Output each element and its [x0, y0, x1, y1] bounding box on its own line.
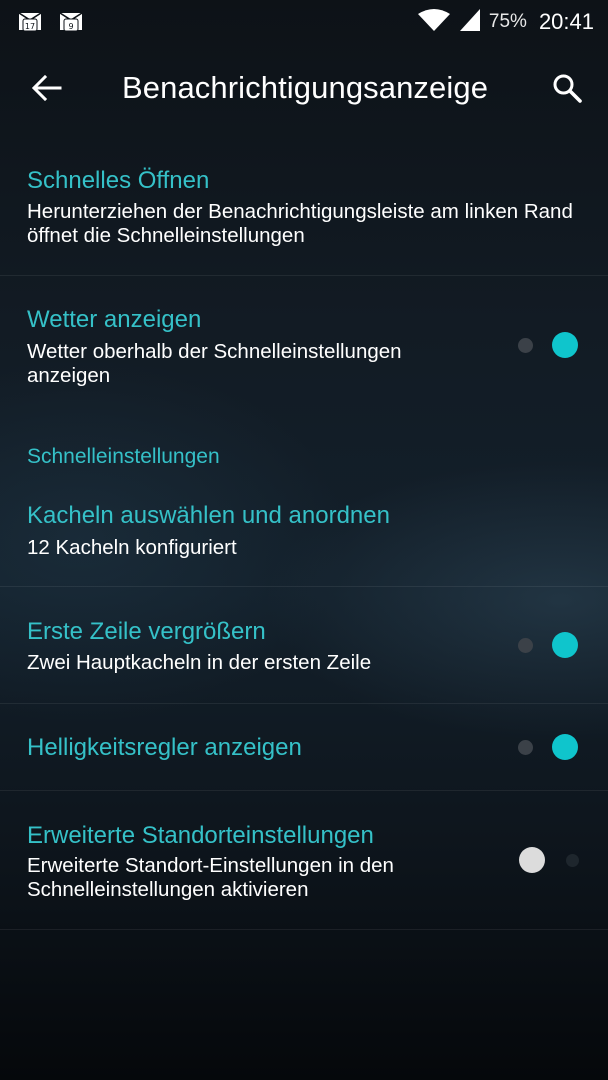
brightness-slider-switch[interactable]: [516, 732, 582, 762]
category-title: Schnelleinstellungen: [27, 445, 220, 468]
pref-title: Erweiterte Standorteinstellungen: [27, 822, 374, 849]
wifi-icon: [417, 8, 451, 36]
switch-track: [518, 638, 533, 653]
svg-text:17: 17: [25, 22, 35, 31]
divider: [0, 929, 608, 930]
svg-text:9: 9: [68, 22, 73, 31]
status-bar: 17 9 75% 20:41: [0, 0, 608, 44]
enlarge-first-row-switch[interactable]: [516, 630, 582, 660]
show-weather-switch[interactable]: [516, 330, 582, 360]
pref-summary: Erweiterte Standort-Einstellungen in den…: [27, 854, 394, 901]
page-title: Benachrichtigungsanzeige: [122, 70, 489, 105]
pref-summary: Wetter oberhalb der Schnelleinstellungen…: [27, 340, 402, 387]
search-icon: [552, 73, 582, 107]
switch-track: [566, 854, 579, 867]
pref-summary: Zwei Hauptkacheln in der ersten Zeile: [27, 651, 372, 674]
switch-thumb: [552, 332, 578, 358]
pref-title: Erste Zeile vergrößern: [27, 618, 266, 645]
pref-quick-pulldown[interactable]: Schnelles Öffnen Herunterziehen der Bena…: [0, 146, 608, 276]
arrow-left-icon: [31, 74, 62, 105]
search-button[interactable]: [541, 64, 593, 116]
pref-title: Helligkeitsregler anzeigen: [27, 734, 302, 761]
battery-level: 75%: [488, 11, 527, 32]
pref-brightness-slider[interactable]: Helligkeitsregler anzeigen: [0, 704, 608, 790]
pref-summary: Herunterziehen der Benachrichtigungsleis…: [27, 200, 573, 247]
advanced-location-switch[interactable]: [519, 845, 585, 875]
switch-thumb: [552, 734, 578, 760]
mail-calendar-icon: 9: [58, 10, 84, 34]
cell-signal-icon: [459, 8, 481, 36]
pref-advanced-location[interactable]: Erweiterte Standorteinstellungen Erweite…: [0, 791, 608, 929]
toolbar: Benachrichtigungsanzeige: [0, 44, 608, 136]
pref-summary: 12 Kacheln konfiguriert: [27, 536, 237, 559]
mail-calendar-icon: 17: [17, 10, 43, 34]
switch-thumb: [519, 847, 545, 873]
clock: 20:41: [538, 9, 594, 34]
pref-title: Kacheln auswählen und anordnen: [27, 502, 390, 529]
pref-title: Schnelles Öffnen: [27, 167, 210, 194]
switch-thumb: [552, 632, 578, 658]
pref-title: Wetter anzeigen: [27, 306, 202, 333]
pref-enlarge-first-row[interactable]: Erste Zeile vergrößern Zwei Hauptkacheln…: [0, 587, 608, 703]
switch-track: [518, 740, 533, 755]
back-button[interactable]: [21, 64, 73, 116]
switch-track: [518, 338, 533, 353]
pref-show-weather[interactable]: Wetter anzeigen Wetter oberhalb der Schn…: [0, 276, 608, 416]
pref-tiles[interactable]: Kacheln auswählen und anordnen 12 Kachel…: [0, 482, 608, 586]
